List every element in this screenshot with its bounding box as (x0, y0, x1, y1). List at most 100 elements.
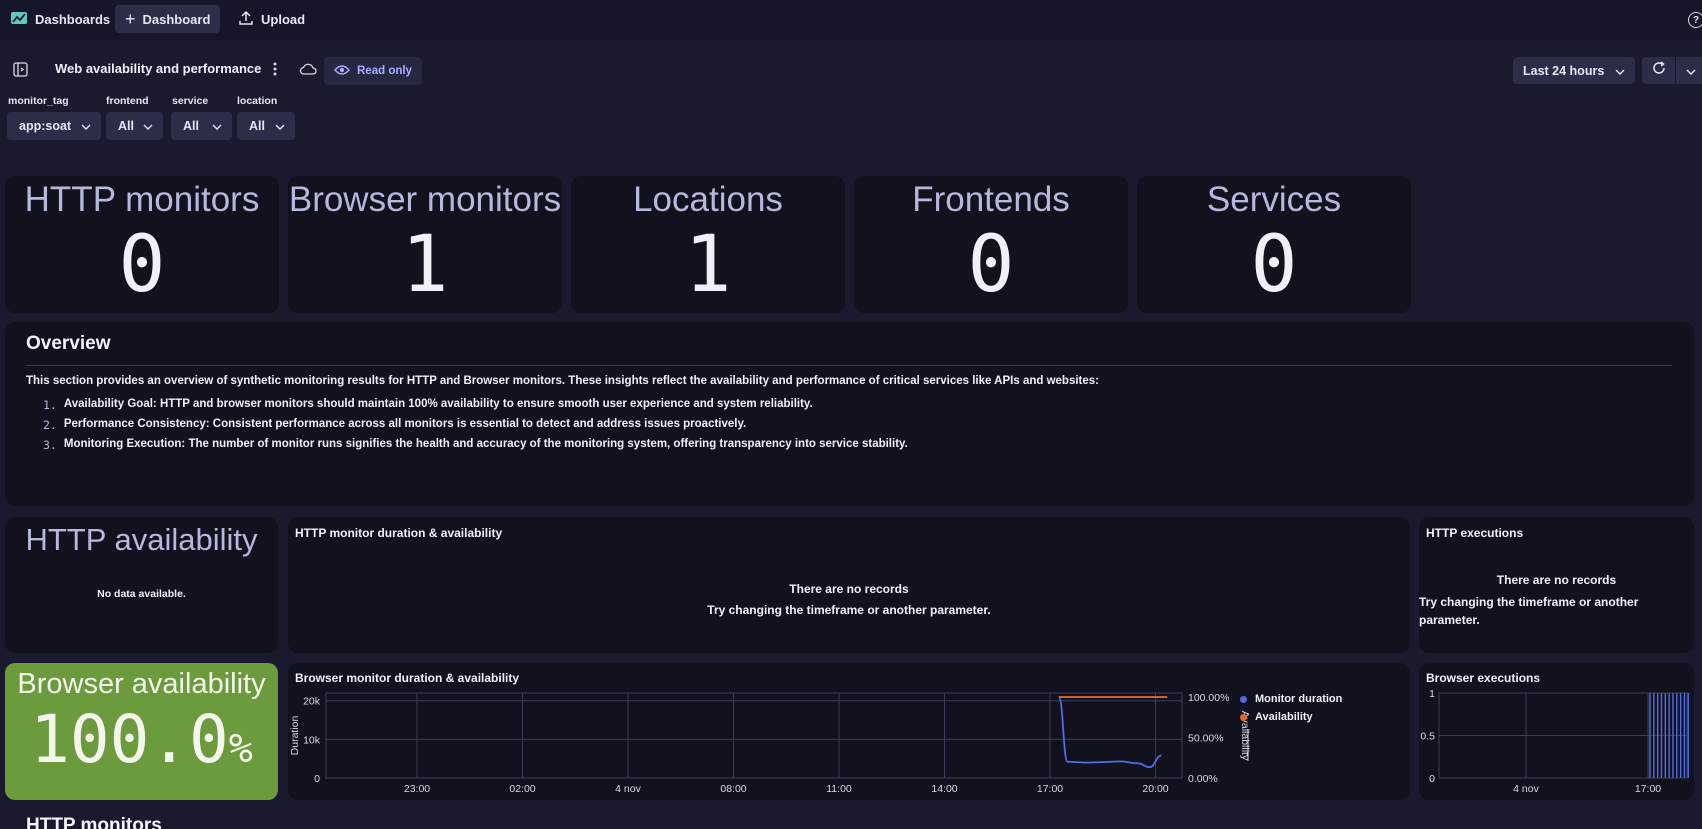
y-tick-label: 0 (314, 773, 320, 785)
overview-heading: Overview (26, 333, 111, 354)
executions-chart: 0 0.5 1 4 nov 17:00 (1420, 688, 1689, 795)
kpi-value: 1 (401, 220, 449, 310)
legend-label: Availability (1255, 711, 1313, 723)
read-only-label: Read only (357, 65, 412, 77)
overview-list-item: 3. Monitoring Execution: The number of m… (43, 438, 908, 452)
legend-label: Monitor duration (1255, 693, 1343, 705)
chevron-down-icon (275, 119, 285, 133)
tile-title: HTTP monitor duration & availability (295, 526, 503, 540)
http-executions-tile: HTTP executions There are no records Try… (1419, 517, 1694, 653)
legend-item-duration[interactable]: Monitor duration (1240, 693, 1342, 705)
x-tick-label: 4 nov (1513, 783, 1539, 795)
list-number: 1. (43, 398, 57, 412)
sidebar-toggle-icon[interactable] (13, 62, 28, 82)
chevron-down-icon (81, 119, 91, 133)
kpi-title: Frontends (912, 180, 1070, 219)
x-tick-label: 23:00 (404, 783, 430, 795)
x-tick-label: 4 nov (615, 783, 641, 795)
overview-list-item: 2. Performance Consistency: Consistent p… (43, 418, 746, 432)
upload-icon (238, 10, 254, 29)
plot-area (325, 692, 1183, 779)
overview-intro: This section provides an overview of syn… (26, 375, 1099, 387)
y-tick-label: 20k (303, 696, 321, 708)
timeframe-selector[interactable]: Last 24 hours (1513, 57, 1635, 84)
overview-divider (26, 365, 1672, 366)
kpi-value: 0 (1250, 220, 1298, 310)
x-tick-label: 17:00 (1037, 783, 1063, 795)
filter-monitor-tag-select[interactable]: app:soat (7, 112, 101, 140)
read-only-badge[interactable]: Read only (324, 57, 422, 85)
browser-duration-tile: Browser monitor duration & availability … (288, 663, 1410, 800)
filter-location-select[interactable]: All (237, 112, 295, 140)
y2-tick-label: 50.00% (1188, 733, 1224, 745)
no-records-hint: Try changing the timeframe or another pa… (1419, 595, 1639, 627)
y-tick-label: 1 (1429, 688, 1435, 700)
no-records-heading: There are no records (789, 582, 909, 596)
kpi-title: Browser monitors (288, 180, 562, 219)
list-item-title: Availability Goal: (63, 398, 157, 410)
x-tick-label: 08:00 (720, 783, 746, 795)
y-tick-label: 0 (1429, 773, 1435, 785)
kpi-title: Locations (633, 180, 783, 219)
filter-value: All (118, 119, 134, 133)
y2-tick-label: 100.00% (1188, 692, 1229, 704)
list-item-title: Monitoring Execution: (63, 438, 186, 450)
cloud-icon (299, 62, 317, 81)
refresh-options-button[interactable] (1676, 57, 1702, 84)
no-records-hint: Try changing the timeframe or another pa… (707, 603, 991, 617)
y2-tick-label: 0.00% (1188, 773, 1218, 785)
filter-value: All (183, 119, 199, 133)
timeframe-label: Last 24 hours (1523, 63, 1605, 78)
filter-label-monitor-tag: monitor_tag (8, 95, 69, 107)
filter-label-service: service (172, 95, 209, 107)
x-tick-label: 17:00 (1635, 783, 1661, 795)
x-tick-label: 20:00 (1142, 783, 1168, 795)
plus-icon: + (125, 9, 136, 29)
refresh-icon (1652, 61, 1666, 80)
duration-chart: 0 10k 20k 0.00% 50.00% 100.00% 23:00 02:00 4 nov… (289, 692, 1251, 795)
browser-availability-tile: Browser availability 100.0% (5, 663, 278, 800)
no-records-heading: There are no records (1496, 573, 1617, 587)
filter-label-frontend: frontend (106, 95, 149, 107)
app-home-button[interactable]: Dashboards (0, 5, 120, 33)
overview-tile (5, 322, 1694, 506)
dashboard-title[interactable]: Web availability and performance (55, 61, 261, 76)
more-options-icon[interactable] (272, 61, 278, 82)
dashboards-app-icon (10, 10, 28, 29)
browser-executions-tile: Browser executions 0 0.5 1 4 nov 17:00 (1419, 663, 1694, 800)
new-dashboard-button[interactable]: + Dashboard (115, 5, 220, 33)
list-number: 2. (43, 418, 57, 432)
legend-item-availability[interactable]: Availability (1240, 711, 1313, 723)
no-data-message: No data available. (97, 588, 186, 600)
filter-service-select[interactable]: All (171, 112, 232, 140)
list-item-text: HTTP and browser monitors should maintai… (156, 398, 813, 410)
filter-frontend-select[interactable]: All (106, 112, 163, 140)
refresh-button[interactable] (1642, 57, 1675, 84)
legend-swatch (1240, 695, 1247, 703)
kpi-services: Services 0 (1137, 176, 1411, 313)
list-number: 3. (43, 438, 57, 452)
list-item-text: Consistent performance across all monito… (209, 418, 747, 430)
chevron-down-icon (143, 119, 153, 133)
kpi-http-monitors: HTTP monitors 0 (5, 176, 279, 313)
list-item-title: Performance Consistency: (63, 418, 210, 430)
overview-list-item: 1. Availability Goal: HTTP and browser m… (43, 398, 813, 412)
app-name: Dashboards (35, 11, 111, 27)
upload-button[interactable]: Upload (228, 5, 315, 33)
legend-swatch (1240, 713, 1247, 721)
y-axis-label: Duration (289, 716, 301, 756)
chevron-down-icon (1686, 62, 1696, 80)
kpi-value: 1 (684, 220, 732, 310)
http-availability-tile: HTTP availability No data available. (5, 517, 278, 653)
http-duration-tile: HTTP monitor duration & availability The… (288, 517, 1410, 653)
chevron-down-icon (212, 119, 222, 133)
x-tick-label: 02:00 (509, 783, 535, 795)
help-icon[interactable]: ? (1688, 12, 1702, 28)
new-dashboard-label: Dashboard (142, 11, 211, 27)
series-line-monitor-duration (1057, 695, 1162, 769)
y-tick-label: 0.5 (1420, 731, 1435, 743)
section-heading: HTTP monitors (26, 815, 162, 829)
kpi-browser-monitors: Browser monitors 1 (288, 176, 562, 313)
filter-value: app:soat (19, 119, 72, 133)
availability-value: 100.0 (30, 701, 229, 778)
